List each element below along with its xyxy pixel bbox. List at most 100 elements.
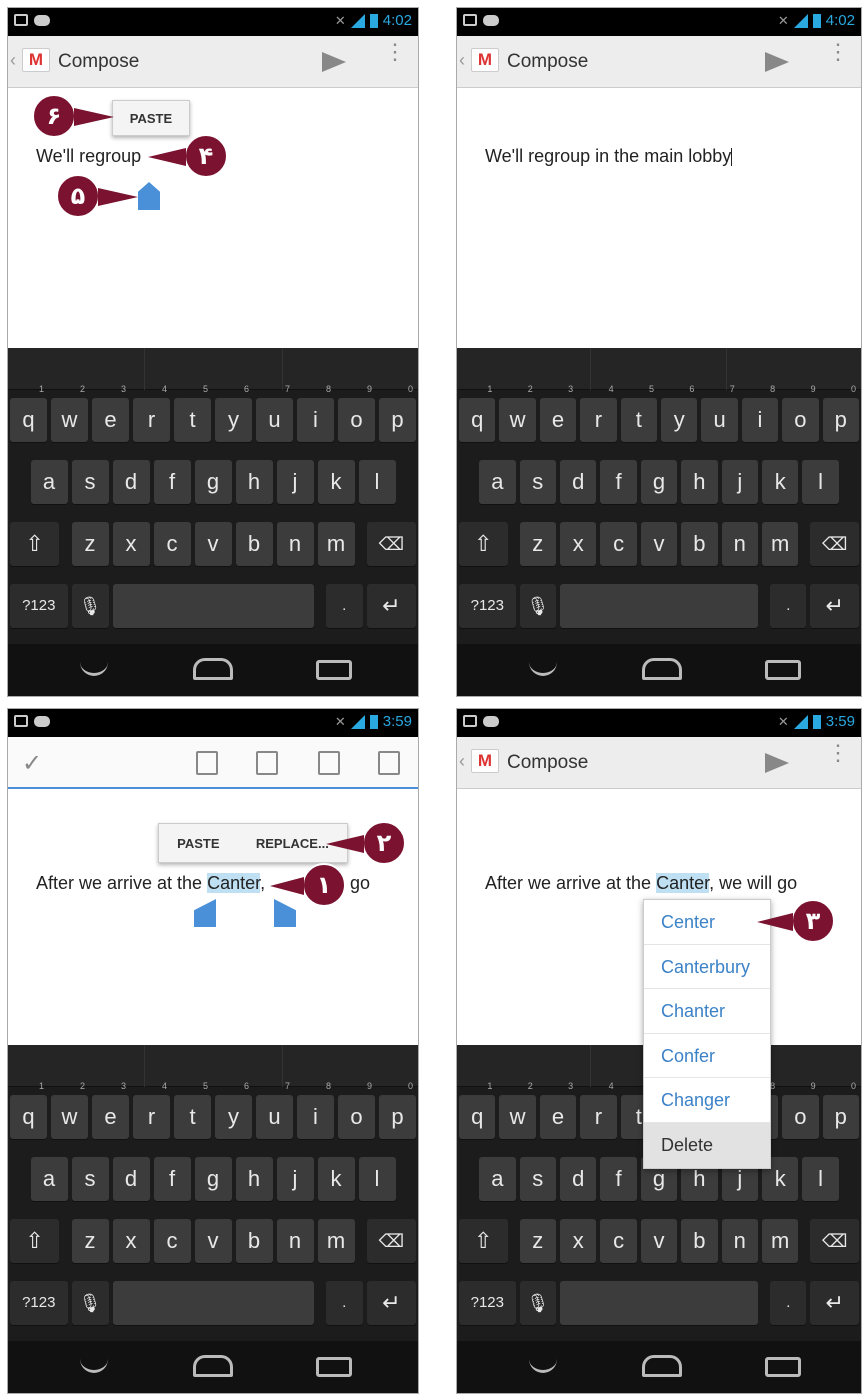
message-text[interactable]: We'll regroup in the main lobby [485,146,733,167]
key-w[interactable]: w2 [499,384,536,442]
send-icon[interactable] [322,52,346,72]
nav-home-icon[interactable] [642,1355,682,1377]
back-chevron-icon[interactable]: ‹ [10,50,16,71]
period-key[interactable]: . [325,584,363,628]
key-u[interactable]: u7 [701,384,738,442]
key-c[interactable]: c [153,1219,191,1263]
key-a[interactable]: a [30,460,68,504]
key-j[interactable]: j [276,1157,314,1201]
mic-key[interactable]: 🎙 [71,1281,109,1325]
key-o[interactable]: o9 [338,1081,375,1139]
back-chevron-icon[interactable]: ‹ [459,50,465,71]
send-icon[interactable] [765,52,789,72]
keyboard[interactable]: q1w2e3r4t5y6u7i8o9p0asdfghjkl⇧zxcvbnm⌫?1… [457,348,861,696]
key-n[interactable]: n [721,1219,758,1263]
key-p[interactable]: p0 [822,384,859,442]
enter-key[interactable]: ↵ [366,1281,416,1325]
period-key[interactable]: . [770,1281,807,1325]
key-y[interactable]: y6 [215,384,252,442]
key-m[interactable]: m [317,1219,355,1263]
key-s[interactable]: s [519,1157,556,1201]
key-c[interactable]: c [600,522,637,566]
key-v[interactable]: v [640,1219,678,1263]
key-s[interactable]: s [71,1157,109,1201]
cut-icon[interactable] [256,751,278,775]
key-z[interactable]: z [519,1219,556,1263]
key-k[interactable]: k [762,460,799,504]
key-e[interactable]: e3 [539,1081,577,1139]
replace-button[interactable]: REPLACE... [256,836,329,851]
key-c[interactable]: c [600,1219,637,1263]
key-d[interactable]: d [112,460,150,504]
backspace-key[interactable]: ⌫ [810,522,859,566]
key-a[interactable]: a [479,1157,516,1201]
message-text[interactable]: After we arrive at the Canter, we will g… [485,873,797,894]
mic-key[interactable]: 🎙 [71,584,109,628]
key-w[interactable]: w2 [499,1081,536,1139]
key-f[interactable]: f [153,1157,191,1201]
key-n[interactable]: n [276,1219,314,1263]
message-text[interactable]: After we arrive at the Canter, [36,873,265,894]
key-m[interactable]: m [762,522,799,566]
done-check-icon[interactable]: ✓ [22,749,42,778]
suggestion-strip[interactable] [8,1045,418,1087]
key-a[interactable]: a [479,460,516,504]
symbols-key[interactable]: ?123 [459,584,516,628]
overflow-menu-icon[interactable]: ⋮ [827,41,849,63]
paste-icon[interactable] [378,751,400,775]
key-o[interactable]: o9 [782,1081,819,1139]
key-f[interactable]: f [600,460,637,504]
key-q[interactable]: q1 [459,1081,496,1139]
symbols-key[interactable]: ?123 [10,584,68,628]
key-u[interactable]: u7 [256,1081,293,1139]
key-l[interactable]: l [802,460,839,504]
backspace-key[interactable]: ⌫ [810,1219,859,1263]
spelling-suggestions-menu[interactable]: Center Canterbury Chanter Confer Changer… [643,899,771,1169]
suggestion-confer[interactable]: Confer [644,1034,770,1079]
nav-recents-icon[interactable] [316,660,352,680]
backspace-key[interactable]: ⌫ [366,1219,416,1263]
text-selection-popup[interactable]: PASTE REPLACE... [158,823,348,863]
symbols-key[interactable]: ?123 [459,1281,516,1325]
key-b[interactable]: b [681,522,718,566]
key-y[interactable]: y6 [215,1081,252,1139]
space-key[interactable] [560,584,758,628]
key-p[interactable]: p0 [379,1081,416,1139]
key-n[interactable]: n [276,522,314,566]
key-c[interactable]: c [153,522,191,566]
key-p[interactable]: p0 [379,384,416,442]
key-t[interactable]: t5 [174,384,211,442]
nav-home-icon[interactable] [193,658,233,680]
paste-button[interactable]: PASTE [130,111,172,126]
key-q[interactable]: q1 [459,384,496,442]
suggestion-changer[interactable]: Changer [644,1078,770,1123]
key-s[interactable]: s [519,460,556,504]
key-x[interactable]: x [112,522,150,566]
key-k[interactable]: k [317,460,355,504]
key-z[interactable]: z [71,1219,109,1263]
key-m[interactable]: m [317,522,355,566]
nav-home-icon[interactable] [642,658,682,680]
cursor-handle[interactable] [138,182,160,210]
copy-icon[interactable] [318,751,340,775]
shift-key[interactable]: ⇧ [10,522,60,566]
key-l[interactable]: l [802,1157,839,1201]
nav-recents-icon[interactable] [765,660,801,680]
nav-back-icon[interactable] [529,1359,557,1373]
key-o[interactable]: o9 [782,384,819,442]
key-x[interactable]: x [560,522,597,566]
key-e[interactable]: e3 [92,1081,129,1139]
shift-key[interactable]: ⇧ [10,1219,60,1263]
suggestion-center[interactable]: Center [644,900,770,945]
key-f[interactable]: f [153,460,191,504]
nav-back-icon[interactable] [529,662,557,676]
select-all-icon[interactable] [196,751,218,775]
key-e[interactable]: e3 [539,384,577,442]
enter-key[interactable]: ↵ [366,584,416,628]
key-r[interactable]: r4 [580,384,617,442]
key-h[interactable]: h [235,460,273,504]
key-g[interactable]: g [640,460,678,504]
suggestion-chanter[interactable]: Chanter [644,989,770,1034]
key-v[interactable]: v [194,522,232,566]
key-p[interactable]: p0 [822,1081,859,1139]
